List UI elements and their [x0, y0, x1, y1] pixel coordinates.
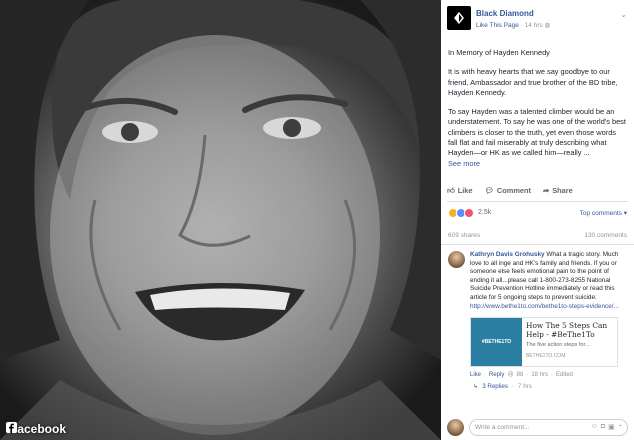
comment-input[interactable]: Write a comment... ☺ ◘ ▣ ◔ [469, 418, 628, 436]
top-comments-dropdown[interactable]: Top comments ▾ [580, 209, 627, 217]
comment-text: What a tragic story. Much love to all in… [470, 250, 619, 301]
card-thumbnail: #BETHE1TO [471, 318, 522, 367]
watermark-text: Facebook [10, 422, 67, 436]
post-text: In Memory of Hayden Kennedy It is with h… [441, 48, 634, 169]
user-avatar [447, 418, 464, 436]
card-domain: BETHE1TO.COM [526, 352, 566, 359]
input-icons: ☺ ◘ ▣ ◔ [591, 423, 622, 431]
comment-reply-button[interactable]: Reply [489, 371, 504, 380]
post-header: Black Diamond Like This Page · 14 hrs ◍ … [441, 0, 634, 30]
like-label: Like [457, 185, 473, 195]
commenter-name[interactable]: Kathryn Davis Grohusky [470, 251, 545, 258]
comment: Kathryn Davis Grohusky What a tragic sto… [441, 245, 634, 380]
card-thumb-text: #BETHE1TO [481, 338, 512, 345]
share-button[interactable]: ➦ Share [543, 186, 573, 195]
comment-body: Kathryn Davis Grohusky What a tragic sto… [470, 251, 627, 380]
write-comment-bar: Write a comment... ☺ ◘ ▣ ◔ [441, 414, 634, 440]
thumbs-up-icon: 👍︎ [447, 185, 455, 195]
diamond-logo-icon [454, 12, 464, 24]
comment-button[interactable]: 💬︎ Comment [485, 186, 531, 195]
top-comments-label: Top comments [579, 209, 622, 217]
replies-time: · [511, 382, 515, 390]
comment-label: Comment [496, 185, 532, 195]
commenter-avatar[interactable] [448, 250, 465, 268]
facebook-watermark: Facebook [6, 422, 66, 436]
post-paragraph: To say Hayden was a talented climber wou… [448, 107, 627, 169]
page-avatar[interactable] [447, 6, 471, 30]
shares-count[interactable]: 609 shares [448, 232, 480, 239]
speech-bubble-icon: 💬︎ [484, 185, 494, 195]
post-stats: 609 shares 130 comments [441, 218, 634, 245]
comment-link[interactable]: http://www.bethe1to.com/bethe1to-steps-e… [470, 303, 619, 310]
caret-down-icon: ▾ [623, 209, 627, 217]
post-actions: 👍︎ Like 💬︎ Comment ➦ Share [447, 180, 628, 202]
reaction-summary[interactable]: 2.5k [448, 207, 492, 218]
comment-reaction-count[interactable]: 88 [517, 371, 524, 380]
replies-time-value: 7 hrs [518, 382, 532, 390]
comment-like-button[interactable]: Like [470, 371, 481, 380]
replies-row[interactable]: ↳ 3 Replies · 7 hrs [441, 380, 634, 390]
camera-icon[interactable]: ◘ [601, 423, 605, 431]
share-label: Share [552, 185, 573, 195]
like-button[interactable]: 👍︎ Like [447, 186, 473, 195]
gif-icon[interactable]: ▣ [608, 423, 615, 431]
comment-input-placeholder: Write a comment... [475, 423, 530, 431]
post-header-text: Black Diamond Like This Page · 14 hrs ◍ [476, 6, 550, 29]
globe-icon: ◍ [544, 22, 551, 29]
see-more-link[interactable]: See more [448, 159, 480, 168]
page-name[interactable]: Black Diamond [476, 9, 550, 18]
love-reaction-icon [464, 207, 474, 218]
card-title: How The 5 Steps Can Help - #BeThe1To [526, 321, 608, 340]
meta-separator: · [484, 372, 487, 379]
meta-separator: · [551, 372, 553, 379]
comment-time[interactable]: 18 hrs [531, 371, 548, 380]
sticker-icon[interactable]: ◔ [618, 423, 622, 431]
portrait-photo [0, 0, 441, 440]
post-paragraph-text: To say Hayden was a talented climber wou… [448, 107, 626, 158]
link-preview-card[interactable]: #BETHE1TO How The 5 Steps Can Help - #Be… [470, 317, 618, 368]
reply-arrow-icon: ↳ [473, 382, 479, 390]
page-subline: Like This Page · 14 hrs ◍ [476, 21, 550, 29]
meta-separator: · [526, 372, 529, 379]
comment-meta: Like · Reply 😢︎ 88 · 18 hrs · Edited [470, 371, 627, 380]
options-chevron-icon[interactable]: ⌄ [620, 10, 627, 19]
reaction-mini-icons: 😢︎ [507, 372, 514, 379]
emoji-icon[interactable]: ☺ [591, 423, 598, 431]
card-description: The five action steps for... [526, 342, 590, 349]
reaction-count: 2.5k [478, 209, 492, 217]
post-paragraph: In Memory of Hayden Kennedy [448, 48, 550, 57]
share-arrow-icon: ➦ [543, 185, 550, 195]
replies-label: 3 Replies [482, 382, 508, 390]
post-paragraph: It is with heavy hearts that we say good… [448, 67, 618, 97]
like-page-link[interactable]: Like This Page [476, 22, 519, 29]
post-photo[interactable]: Facebook [0, 0, 441, 440]
card-info: How The 5 Steps Can Help - #BeThe1To The… [522, 318, 617, 366]
post-panel: Black Diamond Like This Page · 14 hrs ◍ … [441, 0, 634, 440]
comment-edited[interactable]: Edited [556, 371, 573, 380]
post-time[interactable]: 14 hrs [525, 22, 543, 29]
reactions-row: 2.5k Top comments ▾ [441, 202, 634, 218]
comments-count[interactable]: 130 comments [584, 232, 627, 239]
